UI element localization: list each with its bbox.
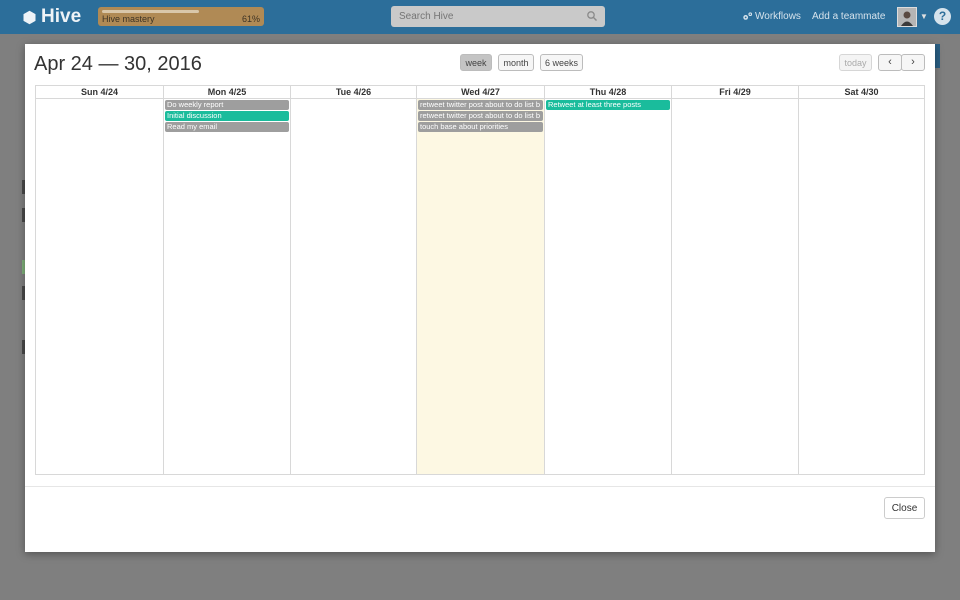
avatar[interactable] <box>897 7 917 27</box>
calendar-event[interactable]: retweet twitter post about to do list b <box>418 100 543 110</box>
chevron-right-icon[interactable]: › <box>901 54 925 71</box>
chevron-left-icon[interactable]: ‹ <box>878 54 902 71</box>
gears-icon <box>743 12 753 20</box>
chevron-down-icon[interactable]: ▼ <box>920 12 928 21</box>
calendar-event[interactable]: Initial discussion <box>165 111 289 121</box>
calendar-modal: Apr 24 — 30, 2016 week month 6 weeks tod… <box>25 44 935 552</box>
app-name: Hive <box>41 6 82 27</box>
day-header: Sat 4/30 <box>799 86 924 99</box>
help-button[interactable]: ? <box>934 8 951 25</box>
day-column[interactable]: Tue 4/26 <box>290 86 416 474</box>
mastery-percent: 61% <box>241 14 260 24</box>
calendar-event[interactable]: retweet twitter post about to do list b <box>418 111 543 121</box>
view-week-button[interactable]: week <box>460 54 492 71</box>
day-header: Thu 4/28 <box>545 86 671 99</box>
day-column[interactable]: Wed 4/27 retweet twitter post about to do… <box>416 86 544 474</box>
user-avatar-icon <box>898 8 916 26</box>
hive-hexagon-icon <box>23 10 36 24</box>
workflows-label: Workflows <box>755 11 801 22</box>
top-bar: Hive Hive mastery 61% Workflows Add a te… <box>0 0 960 34</box>
add-teammate-link[interactable]: Add a teammate <box>812 11 885 22</box>
search-input[interactable] <box>391 6 605 27</box>
calendar-title: Apr 24 — 30, 2016 <box>34 53 202 75</box>
calendar-event[interactable]: Read my email <box>165 122 289 132</box>
workflows-link[interactable]: Workflows <box>742 11 801 22</box>
day-column[interactable]: Mon 4/25 Do weekly report Initial discussi… <box>163 86 290 474</box>
day-header: Tue 4/26 <box>291 86 416 99</box>
day-column[interactable]: Sat 4/30 <box>798 86 924 474</box>
calendar-event[interactable]: Retweet at least three posts <box>546 100 670 110</box>
search-icon[interactable] <box>586 10 598 22</box>
day-header: Sun 4/24 <box>36 86 163 99</box>
view-6-weeks-button[interactable]: 6 weeks <box>540 54 583 71</box>
day-header: Fri 4/29 <box>672 86 798 99</box>
mastery-label: Hive mastery <box>102 14 155 24</box>
day-column[interactable]: Fri 4/29 <box>671 86 798 474</box>
view-month-button[interactable]: month <box>498 54 534 71</box>
mastery-progress[interactable]: Hive mastery 61% <box>98 7 264 26</box>
day-column[interactable]: Thu 4/28 Retweet at least three posts <box>544 86 671 474</box>
day-header: Wed 4/27 <box>417 86 544 99</box>
day-column[interactable]: Sun 4/24 <box>36 86 163 474</box>
calendar-event[interactable]: Do weekly report <box>165 100 289 110</box>
close-button[interactable]: Close <box>884 497 925 519</box>
calendar-event[interactable]: touch base about priorities <box>418 122 543 132</box>
mastery-progress-bar <box>102 10 199 13</box>
today-button[interactable]: today <box>839 54 872 71</box>
modal-footer-divider <box>25 486 935 487</box>
day-header: Mon 4/25 <box>164 86 290 99</box>
week-grid: Sun 4/24 Mon 4/25 Do weekly report Initial … <box>35 85 925 475</box>
hive-logo[interactable]: Hive <box>22 6 81 28</box>
